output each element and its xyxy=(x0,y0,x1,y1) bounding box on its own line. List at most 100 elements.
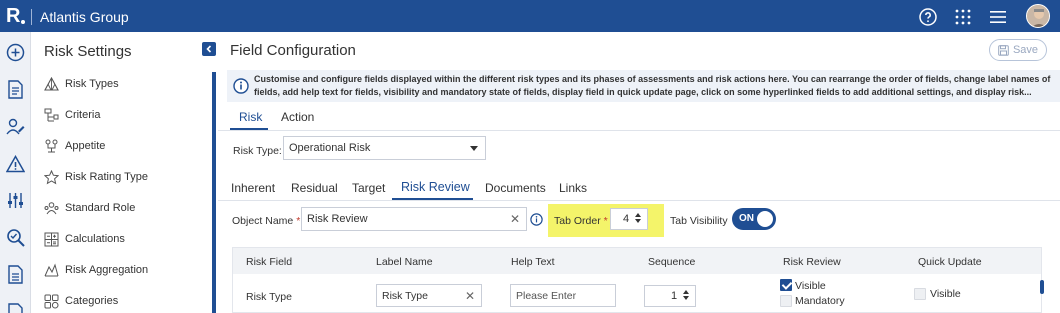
help-icon[interactable] xyxy=(917,6,939,28)
quick-update-label: Visible xyxy=(930,288,961,300)
tab-target[interactable]: Target xyxy=(352,181,385,195)
toggle-label: ON xyxy=(739,213,754,224)
tab-visibility-toggle[interactable]: ON xyxy=(732,208,776,230)
column-header[interactable]: Quick Update xyxy=(918,256,982,268)
main-content: Field Configuration Save Customise and c… xyxy=(218,32,1060,313)
info-text: Customise and configure fields displayed… xyxy=(254,74,1051,97)
quick-update-checkbox[interactable] xyxy=(914,288,926,300)
warning-icon[interactable] xyxy=(6,154,25,173)
sidebar-item-categories[interactable]: Categories xyxy=(43,291,203,311)
column-header[interactable]: Label Name xyxy=(376,256,433,268)
sidebar-item-risk-aggregation[interactable]: Risk Aggregation xyxy=(43,260,203,280)
tab-risk[interactable]: Risk xyxy=(239,110,262,124)
sidebar-item-risk-types[interactable]: Risk Types xyxy=(43,74,203,94)
add-circle-icon[interactable] xyxy=(6,43,25,62)
mandatory-label: Mandatory xyxy=(795,295,845,307)
stepper-arrows-icon[interactable] xyxy=(635,213,641,223)
label-name-input[interactable]: Risk Type ✕ xyxy=(376,284,482,307)
tab-action[interactable]: Action xyxy=(281,110,314,124)
tab-order-value: 4 xyxy=(623,213,630,225)
search-check-icon[interactable] xyxy=(6,228,25,247)
top-bar: R Atlantis Group xyxy=(0,0,1060,32)
sidebar-item-label: Risk Aggregation xyxy=(65,264,149,276)
toggle-knob xyxy=(757,211,773,227)
object-name-value: Risk Review xyxy=(307,213,368,225)
menu-icon[interactable] xyxy=(987,6,1009,28)
apps-grid-icon[interactable] xyxy=(952,6,974,28)
app-rail xyxy=(0,32,31,313)
file-icon[interactable] xyxy=(6,300,25,313)
object-name-label: Object Name * xyxy=(232,215,301,227)
fields-table: Risk Field Label Name Help Text Sequence… xyxy=(232,247,1042,313)
help-text-placeholder: Please Enter xyxy=(516,289,577,302)
info-icon[interactable] xyxy=(530,213,543,226)
info-banner: Customise and configure fields displayed… xyxy=(227,70,1060,102)
sidebar-scrollbar[interactable] xyxy=(212,72,216,313)
stepper-arrows-icon[interactable] xyxy=(683,290,689,300)
column-header[interactable]: Risk Field xyxy=(246,256,292,268)
sidebar-item-label: Appetite xyxy=(65,140,106,152)
mandatory-checkbox[interactable] xyxy=(780,295,792,307)
tab-documents[interactable]: Documents xyxy=(485,181,546,195)
tabs-divider xyxy=(218,130,1060,131)
column-header[interactable]: Sequence xyxy=(648,256,695,268)
sidebar-item-criteria[interactable]: Criteria xyxy=(43,105,203,125)
chevron-left-icon xyxy=(206,45,212,53)
appetite-icon xyxy=(43,138,59,154)
collapse-sidebar-button[interactable] xyxy=(202,42,216,56)
document-icon[interactable] xyxy=(6,80,25,99)
sequence-value: 1 xyxy=(671,290,678,302)
clear-icon[interactable]: ✕ xyxy=(465,289,475,303)
save-label: Save xyxy=(1012,44,1039,56)
risk-type-select[interactable]: Operational Risk xyxy=(283,136,486,160)
sidebar-item-calculations[interactable]: Calculations xyxy=(43,229,203,249)
sidebar-title: Risk Settings xyxy=(44,43,132,60)
page-title: Field Configuration xyxy=(230,42,356,59)
clear-icon[interactable]: ✕ xyxy=(510,212,520,226)
save-button[interactable]: Save xyxy=(989,39,1047,61)
risk-type-label: Risk Type: xyxy=(233,145,282,157)
visible-label: Visible xyxy=(795,280,826,292)
tab-visibility-label: Tab Visibility xyxy=(670,215,728,227)
user-avatar[interactable] xyxy=(1026,4,1050,28)
categories-icon xyxy=(43,293,59,309)
table-scrollbar[interactable] xyxy=(1040,280,1044,294)
sequence-stepper[interactable]: 1 xyxy=(644,285,696,307)
calculator-icon xyxy=(43,231,59,247)
sidebar-item-label: Risk Rating Type xyxy=(65,171,148,183)
logo-divider xyxy=(31,9,32,25)
tab-order-stepper[interactable]: 4 xyxy=(610,208,648,230)
table-header: Risk Field Label Name Help Text Sequence… xyxy=(233,248,1041,274)
sidebar-item-label: Standard Role xyxy=(65,202,136,214)
user-group-icon xyxy=(43,200,59,216)
label-name-value: Risk Type xyxy=(382,289,428,302)
visible-checkbox[interactable] xyxy=(780,279,792,291)
column-header[interactable]: Risk Review xyxy=(783,256,841,268)
tab-inherent[interactable]: Inherent xyxy=(231,181,275,195)
chevron-down-icon xyxy=(470,146,478,151)
settings-sidebar: Risk Settings Risk Types Criteria Appeti… xyxy=(31,32,216,313)
sidebar-item-label: Risk Types xyxy=(65,78,119,90)
tab-residual[interactable]: Residual xyxy=(291,181,338,195)
sidebar-item-standard-role[interactable]: Standard Role xyxy=(43,198,203,218)
app-title: Atlantis Group xyxy=(40,9,129,25)
tab-links[interactable]: Links xyxy=(559,181,587,195)
sidebar-item-label: Criteria xyxy=(65,109,101,121)
info-icon xyxy=(233,78,249,94)
sidebar-item-risk-rating-type[interactable]: Risk Rating Type xyxy=(43,167,203,187)
sidebar-item-label: Categories xyxy=(65,295,119,307)
report-icon[interactable] xyxy=(6,265,25,284)
risk-type-value: Operational Risk xyxy=(289,142,371,154)
sliders-icon[interactable] xyxy=(6,191,25,210)
risk-field-cell: Risk Type xyxy=(246,291,292,303)
save-icon xyxy=(998,44,1009,56)
tab-order-label: Tab Order * xyxy=(554,215,608,227)
sidebar-item-appetite[interactable]: Appetite xyxy=(43,136,203,156)
tab-risk-review[interactable]: Risk Review xyxy=(401,180,470,194)
column-header[interactable]: Help Text xyxy=(511,256,555,268)
user-edit-icon[interactable] xyxy=(6,117,25,136)
app-logo[interactable]: R xyxy=(6,5,26,27)
object-name-input[interactable]: Risk Review ✕ xyxy=(301,207,527,231)
help-text-input[interactable]: Please Enter xyxy=(510,284,616,307)
aggregation-icon xyxy=(43,262,59,278)
